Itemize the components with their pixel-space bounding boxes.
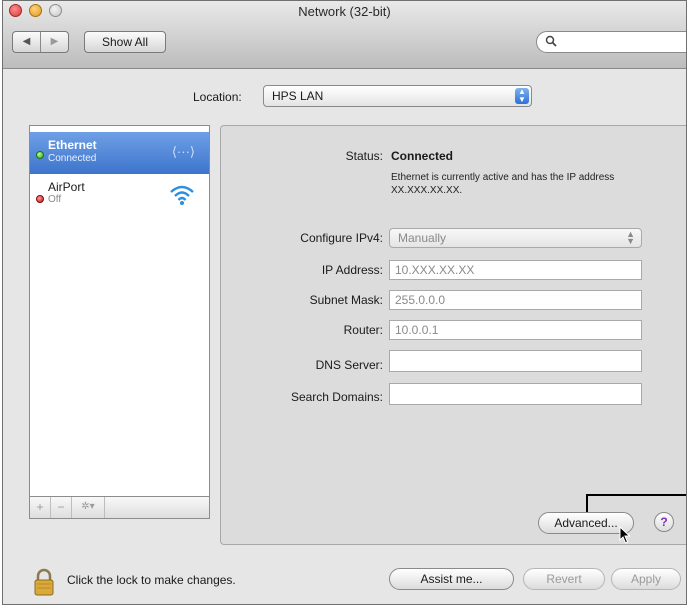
status-description: Ethernet is currently active and has the… [391, 172, 615, 196]
status-dot-green-icon [36, 151, 44, 159]
service-status: Connected [48, 153, 97, 164]
dns-server-label: DNS Server: [315, 358, 383, 372]
configure-ipv4-select[interactable]: Manually ▲ ▼ [389, 228, 642, 248]
search-domains-field[interactable] [389, 383, 642, 405]
mouse-pointer-icon [619, 526, 631, 544]
subnet-mask-label: Subnet Mask: [309, 293, 383, 307]
service-name: Ethernet [48, 138, 97, 152]
add-service-button[interactable]: + [30, 497, 51, 518]
router-field[interactable]: 10.0.0.1 [389, 320, 642, 340]
service-list-footer: + − ✲▾ [29, 497, 210, 519]
dns-server-field[interactable] [389, 350, 642, 372]
ip-address-label: IP Address: [321, 263, 383, 277]
service-item-ethernet[interactable]: Ethernet Connected ⟨···⟩ [30, 132, 209, 174]
back-forward-control: ◀ ▶ [12, 31, 69, 53]
chevron-updown-icon: ▲ ▼ [626, 229, 635, 246]
network-preferences-window: Network (32-bit) ◀ ▶ Show All Location: … [2, 0, 687, 605]
configure-ipv4-label: Configure IPv4: [300, 231, 383, 245]
forward-button[interactable]: ▶ [40, 32, 68, 52]
location-select[interactable]: HPS LAN ▲ ▼ [263, 85, 532, 107]
annotation-callout-line [586, 494, 686, 512]
gear-icon[interactable]: ✲▾ [72, 497, 105, 518]
wifi-icon [170, 185, 194, 205]
search-input[interactable] [536, 31, 686, 53]
status-dot-red-icon [36, 195, 44, 203]
service-status: Off [48, 194, 62, 205]
location-label: Location: [193, 90, 242, 104]
service-name: AirPort [48, 180, 85, 194]
chevron-updown-icon: ▲ ▼ [515, 88, 529, 104]
configure-ipv4-value: Manually [398, 231, 447, 245]
lock-message: Click the lock to make changes. [67, 573, 236, 587]
router-label: Router: [343, 323, 383, 337]
assist-me-button[interactable]: Assist me... [389, 568, 514, 590]
revert-button[interactable]: Revert [523, 568, 605, 590]
location-value: HPS LAN [272, 89, 324, 103]
lock-icon[interactable] [33, 568, 55, 596]
window-title: Network (32-bit) [298, 4, 391, 19]
status-value: Connected [391, 149, 454, 163]
show-all-button[interactable]: Show All [84, 31, 166, 53]
remove-service-button[interactable]: − [51, 497, 72, 518]
service-list[interactable]: Ethernet Connected ⟨···⟩ AirPort Off [29, 125, 210, 497]
toolbar: Network (32-bit) ◀ ▶ Show All [3, 1, 686, 69]
help-button[interactable]: ? [654, 512, 674, 532]
service-item-airport[interactable]: AirPort Off [30, 176, 209, 218]
ethernet-icon: ⟨···⟩ [171, 144, 195, 159]
search-domains-label: Search Domains: [290, 390, 383, 404]
ip-address-field[interactable]: 10.XXX.XX.XX [389, 260, 642, 280]
magnifier-icon [545, 35, 557, 47]
subnet-mask-field[interactable]: 255.0.0.0 [389, 290, 642, 310]
back-button[interactable]: ◀ [13, 32, 40, 52]
status-label: Status: [345, 149, 383, 163]
apply-button[interactable]: Apply [611, 568, 681, 590]
